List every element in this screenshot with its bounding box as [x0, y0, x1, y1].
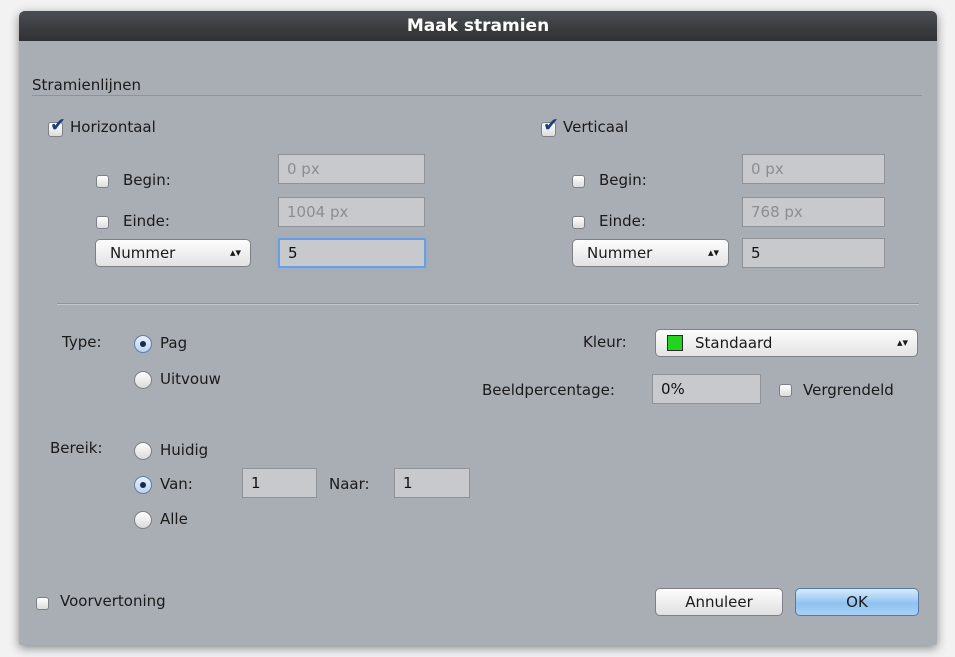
type-radio-pag[interactable]: [134, 335, 152, 353]
color-swatch: [667, 335, 683, 351]
horizontal-begin-field[interactable]: 0 px: [278, 154, 425, 184]
popup-arrows-icon: ▴▾: [707, 246, 719, 259]
preview-label: Voorvertoning: [60, 592, 166, 610]
range-to-field[interactable]: 1: [394, 468, 470, 498]
range-option-all-label: Alle: [160, 510, 188, 528]
range-radio-all[interactable]: [134, 511, 152, 529]
horizontal-end-checkbox[interactable]: [96, 216, 109, 229]
horizontal-checkbox[interactable]: ✔: [48, 116, 66, 137]
dialog-title: Maak stramien: [19, 11, 937, 41]
range-option-current-label: Huidig: [160, 441, 209, 459]
popup-arrows-icon: ▴▾: [896, 336, 908, 349]
opacity-field[interactable]: 0%: [652, 374, 761, 404]
radio-dot-icon: [140, 482, 146, 488]
vertical-begin-checkbox[interactable]: [572, 175, 585, 188]
vertical-checkbox[interactable]: ✔: [541, 116, 559, 137]
type-option-uitvouw-label: Uitvouw: [160, 370, 221, 388]
vertical-end-checkbox[interactable]: [572, 216, 585, 229]
range-label: Bereik:: [50, 439, 103, 457]
lock-label: Vergrendeld: [803, 381, 894, 399]
ok-button[interactable]: OK: [795, 588, 919, 616]
popup-arrows-icon: ▴▾: [229, 246, 241, 259]
vertical-count-field[interactable]: 5: [742, 238, 885, 268]
color-value: Standaard: [695, 334, 773, 352]
horizontal-begin-checkbox[interactable]: [96, 175, 109, 188]
horizontal-count-field[interactable]: 5: [278, 238, 426, 268]
color-popup[interactable]: Standaard ▴▾: [655, 329, 918, 357]
horizontal-label: Horizontaal: [70, 118, 156, 136]
range-to-label: Naar:: [329, 475, 370, 493]
vertical-begin-label: Begin:: [599, 171, 647, 189]
section-divider: [32, 95, 922, 96]
opacity-label: Beeldpercentage:: [482, 381, 615, 399]
checkmark-icon: ✔: [543, 114, 559, 136]
type-radio-uitvouw[interactable]: [134, 371, 152, 389]
vertical-end-field[interactable]: 768 px: [742, 197, 885, 227]
range-radio-from[interactable]: [134, 476, 152, 494]
horizontal-mode-popup[interactable]: Nummer ▴▾: [95, 239, 251, 267]
vertical-end-label: Einde:: [599, 212, 646, 230]
divider-highlight: [57, 304, 919, 305]
range-from-field[interactable]: 1: [242, 468, 317, 498]
vertical-label: Verticaal: [563, 118, 629, 136]
horizontal-mode-value: Nummer: [110, 244, 176, 262]
radio-dot-icon: [140, 341, 146, 347]
create-grid-dialog: Maak stramien Stramienlijnen ✔ Horizonta…: [19, 11, 937, 645]
horizontal-end-field[interactable]: 1004 px: [278, 197, 425, 227]
range-option-from-label: Van:: [160, 475, 193, 493]
horizontal-begin-label: Begin:: [123, 171, 171, 189]
checkmark-icon: ✔: [50, 114, 66, 136]
lock-checkbox[interactable]: [779, 384, 792, 397]
vertical-mode-value: Nummer: [587, 244, 653, 262]
vertical-mode-popup[interactable]: Nummer ▴▾: [572, 239, 729, 267]
section-title: Stramienlijnen: [32, 76, 142, 94]
type-label: Type:: [62, 333, 102, 351]
preview-checkbox[interactable]: [36, 597, 49, 610]
type-option-pag-label: Pag: [160, 334, 188, 352]
horizontal-end-label: Einde:: [123, 212, 170, 230]
color-label: Kleur:: [583, 333, 627, 351]
range-radio-current[interactable]: [134, 442, 152, 460]
cancel-button[interactable]: Annuleer: [655, 588, 783, 616]
vertical-begin-field[interactable]: 0 px: [742, 154, 885, 184]
